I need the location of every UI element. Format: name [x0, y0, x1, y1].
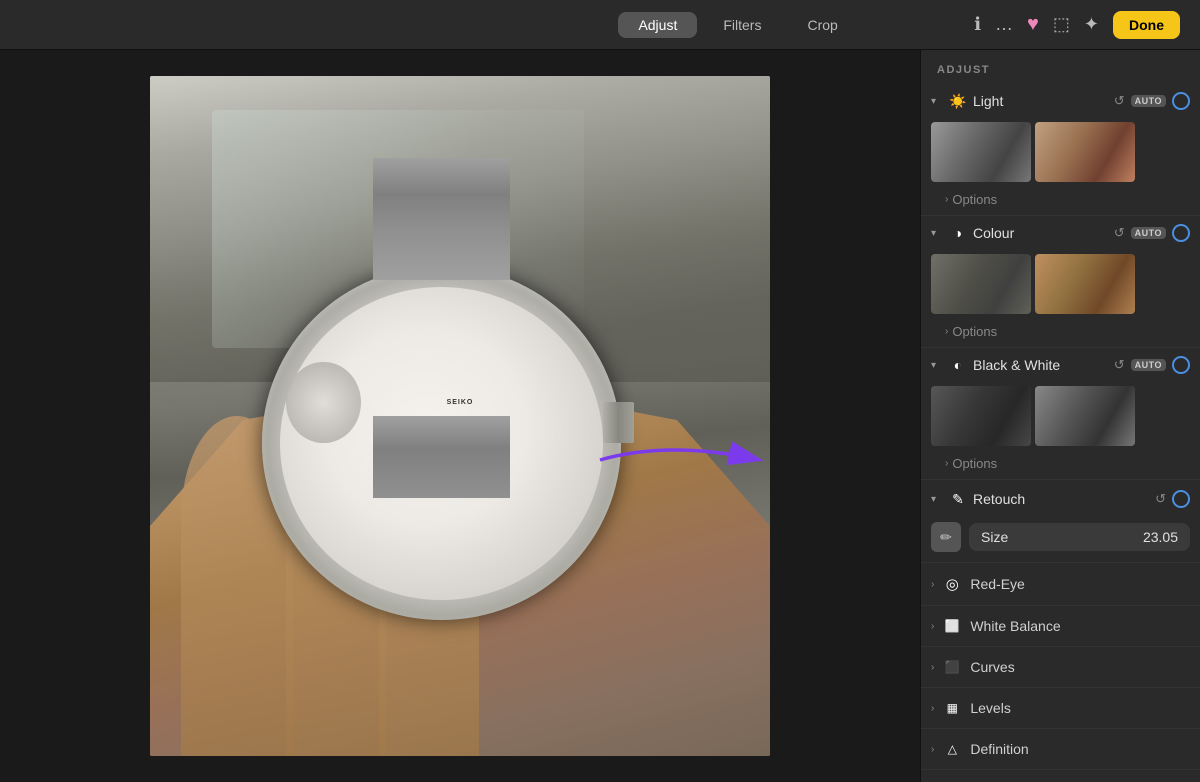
size-control: ✏ Size 23.05	[921, 518, 1200, 562]
pencil-icon: ✏	[940, 529, 952, 546]
right-panel: ADJUST ▾ ☀️ Light ↺ AUTO › Options	[920, 50, 1200, 782]
bw-title: Black & White	[973, 357, 1108, 373]
bw-options-chevron-icon: ›	[945, 458, 948, 469]
bw-options-label: Options	[952, 456, 997, 471]
section-bw-header[interactable]: ▾ ◐ Black & White ↺ AUTO	[921, 348, 1200, 382]
light-controls: ↺ AUTO	[1114, 92, 1190, 110]
section-light: ▾ ☀️ Light ↺ AUTO › Options	[921, 84, 1200, 216]
curves-chevron-icon: ›	[931, 662, 934, 673]
toolbar-right: ℹ … ♥ ⬚ ✦ Done	[974, 11, 1180, 39]
section-white-balance[interactable]: › ⬜ White Balance	[921, 606, 1200, 647]
photo-area: SEIKO	[0, 50, 920, 782]
heart-icon[interactable]: ♥	[1027, 13, 1039, 36]
levels-label: Levels	[970, 700, 1010, 716]
thumb-item[interactable]	[1035, 386, 1135, 446]
section-light-header[interactable]: ▾ ☀️ Light ↺ AUTO	[921, 84, 1200, 118]
levels-icon: ▦	[942, 701, 962, 715]
colour-chevron-icon: ▾	[931, 228, 943, 239]
bw-options-row[interactable]: › Options	[921, 454, 1200, 479]
tab-crop[interactable]: Crop	[787, 12, 857, 38]
section-definition[interactable]: › △ Definition	[921, 729, 1200, 770]
light-options-row[interactable]: › Options	[921, 190, 1200, 215]
retouch-header[interactable]: ▾ ✎ Retouch ↺	[921, 480, 1200, 518]
bw-chevron-icon: ▾	[931, 360, 943, 371]
retouch-toggle[interactable]	[1172, 490, 1190, 508]
size-field-value: 23.05	[1143, 529, 1178, 545]
light-title: Light	[973, 93, 1108, 109]
section-retouch: ▾ ✎ Retouch ↺ ✏ Size 23.05	[921, 480, 1200, 563]
red-eye-chevron-icon: ›	[931, 579, 934, 590]
main-area: SEIKO ADJUST ▾	[0, 50, 1200, 782]
section-bw: ▾ ◐ Black & White ↺ AUTO › Options	[921, 348, 1200, 480]
white-balance-chevron-icon: ›	[931, 621, 934, 632]
retouch-tool-icon: ✎	[949, 491, 967, 508]
thumb-item[interactable]	[931, 254, 1031, 314]
light-options-label: Options	[952, 192, 997, 207]
size-field[interactable]: Size 23.05	[969, 523, 1190, 551]
more-icon[interactable]: …	[995, 14, 1013, 35]
light-toggle[interactable]	[1172, 92, 1190, 110]
colour-controls: ↺ AUTO	[1114, 224, 1190, 242]
colour-toggle[interactable]	[1172, 224, 1190, 242]
red-eye-icon: ◎	[942, 575, 962, 593]
definition-icon: △	[942, 742, 962, 756]
thumb-item[interactable]	[1035, 122, 1135, 182]
definition-label: Definition	[970, 741, 1028, 757]
section-levels[interactable]: › ▦ Levels	[921, 688, 1200, 729]
info-icon[interactable]: ℹ	[974, 14, 981, 35]
retouch-controls: ↺	[1155, 490, 1190, 508]
colour-title: Colour	[973, 225, 1108, 241]
tab-adjust[interactable]: Adjust	[618, 12, 697, 38]
bw-auto-badge[interactable]: AUTO	[1131, 359, 1166, 371]
magic-icon[interactable]: ✦	[1084, 14, 1099, 35]
curves-label: Curves	[970, 659, 1014, 675]
light-options-chevron-icon: ›	[945, 194, 948, 205]
aspect-icon[interactable]: ⬚	[1053, 14, 1070, 35]
section-red-eye[interactable]: › ◎ Red-Eye	[921, 563, 1200, 606]
retouch-chevron-icon: ▾	[931, 494, 943, 505]
light-thumbnails	[921, 118, 1200, 190]
light-chevron-icon: ▾	[931, 96, 943, 107]
tab-bar: Adjust Filters Crop	[502, 12, 974, 38]
colour-undo-icon[interactable]: ↺	[1114, 225, 1125, 241]
size-field-label: Size	[981, 529, 1008, 545]
tab-filters[interactable]: Filters	[703, 12, 781, 38]
light-undo-icon[interactable]: ↺	[1114, 93, 1125, 109]
red-eye-label: Red-Eye	[970, 576, 1024, 592]
section-selective-colour[interactable]: › ✦ Selective Colour	[921, 770, 1200, 782]
bw-controls: ↺ AUTO	[1114, 356, 1190, 374]
thumb-item[interactable]	[931, 386, 1031, 446]
toolbar: Adjust Filters Crop ℹ … ♥ ⬚ ✦ Done	[0, 0, 1200, 50]
retouch-undo-icon[interactable]: ↺	[1155, 491, 1166, 507]
bw-toggle[interactable]	[1172, 356, 1190, 374]
colour-auto-badge[interactable]: AUTO	[1131, 227, 1166, 239]
curves-icon: ⬛	[942, 660, 962, 674]
white-balance-label: White Balance	[970, 618, 1060, 634]
colour-options-row[interactable]: › Options	[921, 322, 1200, 347]
colour-options-chevron-icon: ›	[945, 326, 948, 337]
panel-header: ADJUST	[921, 50, 1200, 84]
section-curves[interactable]: › ⬛ Curves	[921, 647, 1200, 688]
done-button[interactable]: Done	[1113, 11, 1180, 39]
section-colour: ▾ ◑ Colour ↺ AUTO › Options	[921, 216, 1200, 348]
colour-options-label: Options	[952, 324, 997, 339]
light-sun-icon: ☀️	[949, 93, 967, 110]
thumb-item[interactable]	[931, 122, 1031, 182]
levels-chevron-icon: ›	[931, 703, 934, 714]
definition-chevron-icon: ›	[931, 744, 934, 755]
bw-thumbnails	[921, 382, 1200, 454]
bw-undo-icon[interactable]: ↺	[1114, 357, 1125, 373]
colour-thumbnails	[921, 250, 1200, 322]
pencil-tool-button[interactable]: ✏	[931, 522, 961, 552]
photo-container: SEIKO	[150, 76, 770, 756]
white-balance-icon: ⬜	[942, 619, 962, 633]
thumb-item[interactable]	[1035, 254, 1135, 314]
section-colour-header[interactable]: ▾ ◑ Colour ↺ AUTO	[921, 216, 1200, 250]
colour-icon: ◑	[949, 225, 967, 241]
light-auto-badge[interactable]: AUTO	[1131, 95, 1166, 107]
retouch-title: Retouch	[973, 491, 1149, 507]
bw-icon: ◐	[949, 357, 967, 373]
